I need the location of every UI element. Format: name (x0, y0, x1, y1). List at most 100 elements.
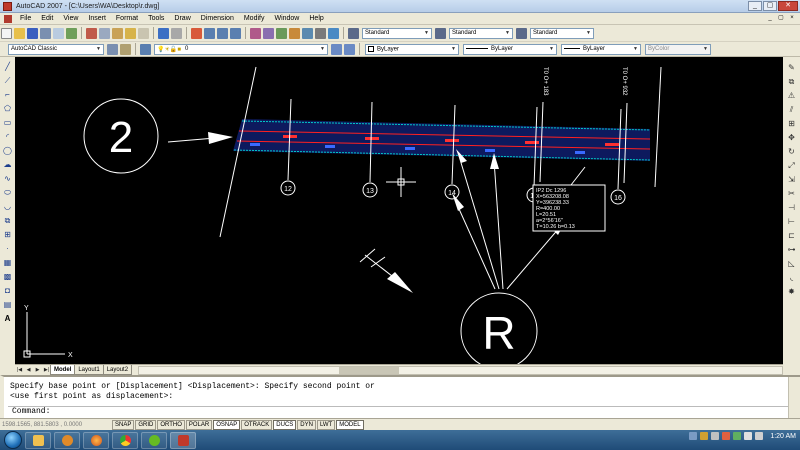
grid-toggle[interactable]: GRID (135, 419, 157, 430)
plot-preview-icon[interactable] (53, 27, 64, 39)
break-at-point-icon[interactable]: ⊢ (786, 216, 797, 227)
region-icon[interactable]: ◘ (2, 285, 13, 296)
volume-icon[interactable] (755, 432, 764, 440)
taskbar-explorer[interactable] (25, 431, 51, 449)
color-dropdown[interactable]: ByLayer ▼ (365, 43, 459, 55)
close-button[interactable]: ✕ (778, 1, 798, 11)
text-style-dropdown[interactable]: Standard ▼ (362, 27, 432, 39)
next-tab-button[interactable]: ▶ (33, 366, 42, 375)
menu-help[interactable]: Help (304, 15, 328, 22)
ortho-toggle[interactable]: ORTHO (157, 419, 185, 430)
undo-icon[interactable] (158, 27, 169, 39)
break-icon[interactable]: ⊏ (786, 230, 797, 241)
save-icon[interactable] (27, 27, 38, 39)
calculator-icon[interactable] (315, 27, 326, 39)
hatch-icon[interactable]: ▦ (2, 257, 13, 268)
offset-icon[interactable]: ⫽ (786, 104, 797, 115)
taskbar-utorrent[interactable] (141, 431, 167, 449)
insert-block-icon[interactable]: ⧉ (2, 215, 13, 226)
copy-icon[interactable] (99, 27, 110, 39)
extend-icon[interactable]: ⊣ (786, 202, 797, 213)
tray-icon[interactable] (722, 432, 731, 440)
document-icon[interactable] (4, 14, 12, 23)
workspace-settings-icon[interactable] (107, 43, 118, 55)
arc-icon[interactable]: ◜ (2, 131, 13, 142)
array-icon[interactable]: ⊞ (786, 118, 797, 129)
polar-toggle[interactable]: POLAR (185, 419, 213, 430)
tray-icon[interactable] (689, 432, 698, 440)
model-toggle[interactable]: MODEL (336, 419, 364, 430)
lineweight-dropdown[interactable]: ByLayer ▼ (561, 43, 641, 55)
zoom-window-icon[interactable] (217, 27, 228, 39)
tab-model[interactable]: Model (50, 365, 76, 375)
taskbar-chrome[interactable] (112, 431, 138, 449)
table-style-dropdown[interactable]: Standard ▼ (530, 27, 594, 39)
copy-object-icon[interactable]: ⧉ (786, 76, 797, 87)
plot-icon[interactable] (40, 27, 51, 39)
layer-manager-icon[interactable] (140, 43, 151, 55)
menu-edit[interactable]: Edit (36, 15, 58, 22)
new-icon[interactable] (1, 27, 12, 39)
workspace-dropdown[interactable]: AutoCAD Classic ▼ (8, 43, 104, 55)
design-center-icon[interactable] (263, 27, 274, 39)
table-icon[interactable]: ▤ (2, 299, 13, 310)
revision-cloud-icon[interactable]: ☁ (2, 159, 13, 170)
taskbar-firefox[interactable] (83, 431, 109, 449)
workspace-save-icon[interactable] (120, 43, 131, 55)
menu-view[interactable]: View (58, 15, 83, 22)
first-tab-button[interactable]: |◀ (15, 366, 24, 375)
line-icon[interactable]: ╱ (2, 61, 13, 72)
drawing-canvas[interactable]: 12 13 14 15 16 T0 O+ 183 T0 O+ 932 2 R (15, 57, 783, 364)
properties-icon[interactable] (250, 27, 261, 39)
text-style-icon[interactable] (348, 27, 359, 39)
tray-icon[interactable] (700, 432, 709, 440)
menu-window[interactable]: Window (269, 15, 304, 22)
taskbar-autocad[interactable] (170, 431, 196, 449)
linetype-dropdown[interactable]: ByLayer ▼ (463, 43, 557, 55)
ellipse-arc-icon[interactable]: ◡ (2, 201, 13, 212)
network-icon[interactable] (744, 432, 753, 440)
polygon-icon[interactable]: ⬠ (2, 103, 13, 114)
rectangle-icon[interactable]: ▭ (2, 117, 13, 128)
make-block-icon[interactable]: ⊞ (2, 229, 13, 240)
menu-modify[interactable]: Modify (239, 15, 270, 22)
layer-previous-icon[interactable] (344, 43, 355, 55)
scale-icon[interactable]: ⤢ (786, 160, 797, 171)
pan-icon[interactable] (191, 27, 202, 39)
sheet-set-icon[interactable] (289, 27, 300, 39)
otrack-toggle[interactable]: OTRACK (241, 419, 273, 430)
layer-dropdown[interactable]: 💡☀🔓■ 0 ▼ (154, 43, 328, 55)
stretch-icon[interactable]: ⇲ (786, 174, 797, 185)
taskbar-clock[interactable]: 1:20 AM (770, 433, 796, 440)
dim-style-dropdown[interactable]: Standard ▼ (449, 27, 513, 39)
join-icon[interactable]: ⊶ (786, 244, 797, 255)
fillet-icon[interactable]: ◟ (786, 272, 797, 283)
help-icon[interactable] (328, 27, 339, 39)
cut-icon[interactable] (86, 27, 97, 39)
restore-button[interactable]: ▢ (763, 1, 777, 11)
trim-icon[interactable]: ✂ (786, 188, 797, 199)
menu-format[interactable]: Format (111, 15, 143, 22)
redo-icon[interactable] (171, 27, 182, 39)
doc-restore-button[interactable]: ▢ (776, 14, 786, 23)
multiline-text-icon[interactable]: A (2, 313, 13, 324)
autocad-app-icon[interactable] (3, 1, 12, 11)
start-button[interactable] (4, 431, 22, 449)
tab-layout1[interactable]: Layout1 (74, 365, 104, 375)
markup-icon[interactable] (302, 27, 313, 39)
move-icon[interactable]: ✥ (786, 132, 797, 143)
lwt-toggle[interactable]: LWT (316, 419, 336, 430)
table-style-icon[interactable] (516, 27, 527, 39)
zoom-previous-icon[interactable] (230, 27, 241, 39)
menu-draw[interactable]: Draw (169, 15, 195, 22)
doc-close-button[interactable]: × (787, 14, 797, 23)
snap-toggle[interactable]: SNAP (112, 419, 135, 430)
gradient-icon[interactable]: ▩ (2, 271, 13, 282)
menu-tools[interactable]: Tools (143, 15, 169, 22)
menu-insert[interactable]: Insert (83, 15, 111, 22)
chamfer-icon[interactable]: ◺ (786, 258, 797, 269)
explode-icon[interactable]: ✸ (786, 286, 797, 297)
scrollbar-thumb[interactable] (339, 366, 400, 374)
zoom-realtime-icon[interactable] (204, 27, 215, 39)
make-object-layer-current-icon[interactable] (331, 43, 342, 55)
